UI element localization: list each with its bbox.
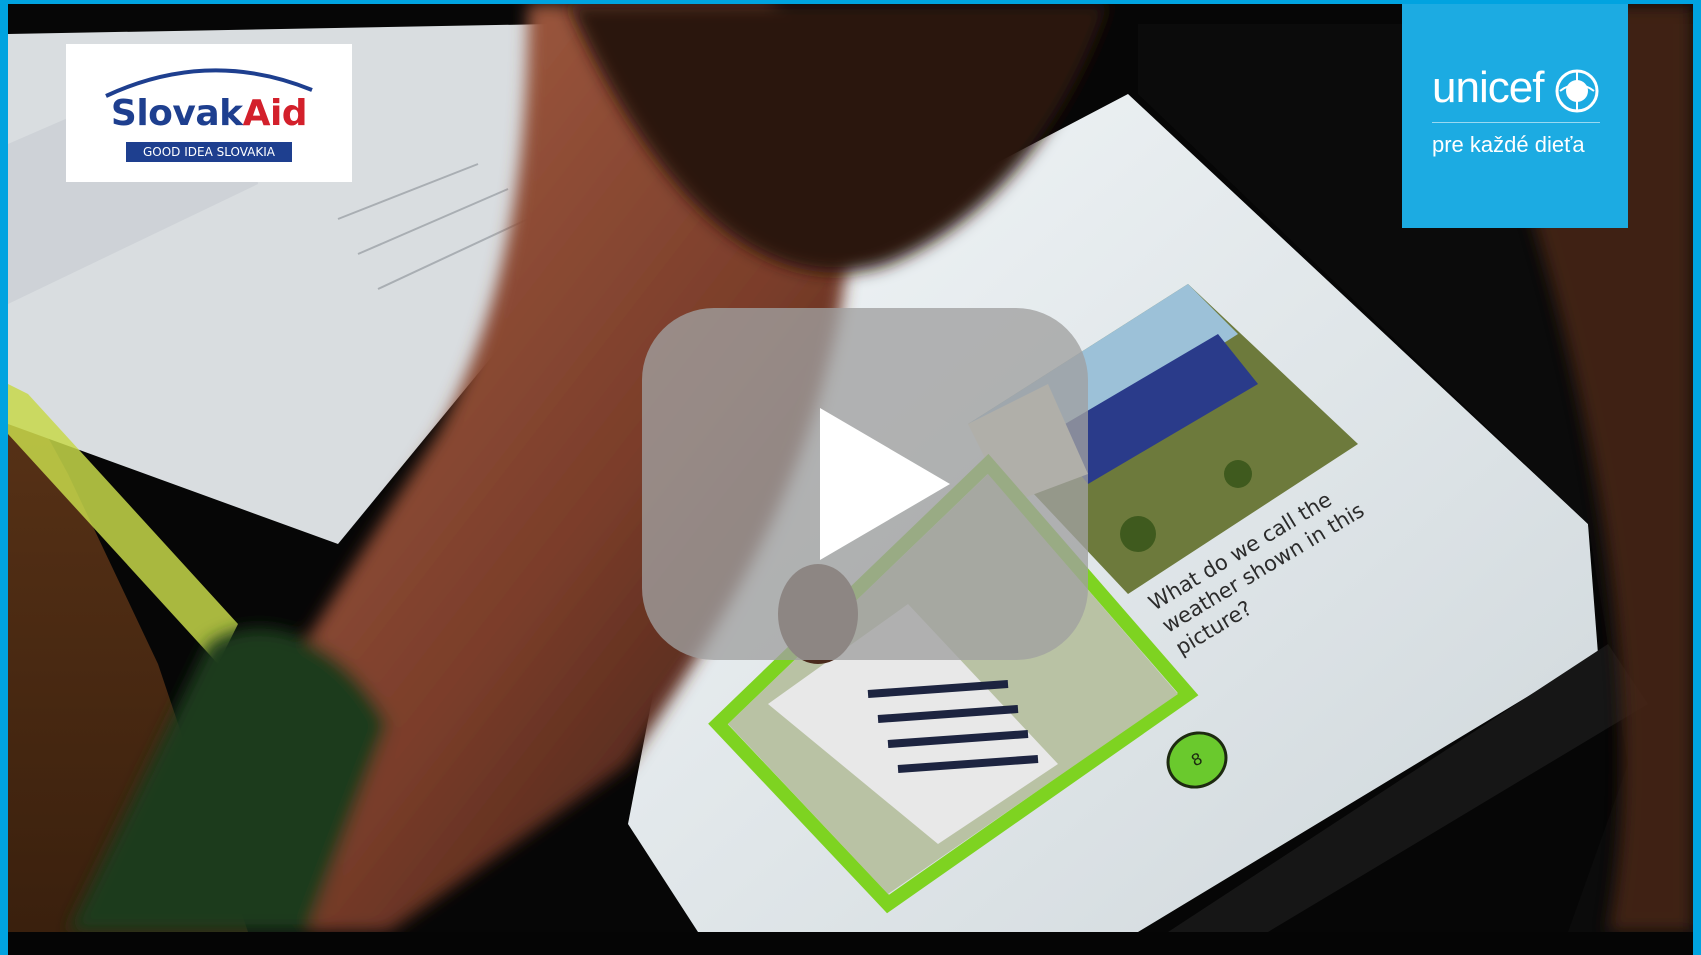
play-button[interactable] xyxy=(642,308,1088,660)
unicef-wordmark: unicef xyxy=(1432,63,1544,112)
video-player[interactable]: What do we call the weather shown in thi… xyxy=(0,0,1701,955)
unicef-globe-icon xyxy=(1555,69,1599,113)
slovakaid-word-slovak: Slovak xyxy=(110,93,243,134)
unicef-tagline: pre každé dieťa xyxy=(1432,132,1585,157)
unicef-separator xyxy=(1432,122,1600,123)
video-frame[interactable]: What do we call the weather shown in thi… xyxy=(8,4,1693,932)
slovakaid-logo: SlovakAid GOOD IDEA SLOVAKIA xyxy=(66,44,352,182)
slovakaid-wordmark: SlovakAid xyxy=(66,94,352,134)
play-icon[interactable] xyxy=(820,408,950,560)
video-bottom-bar xyxy=(8,932,1693,955)
slovakaid-tagline: GOOD IDEA SLOVAKIA xyxy=(126,142,292,162)
slovakaid-word-aid: Aid xyxy=(242,93,308,134)
unicef-logo: unicef pre každé dieťa xyxy=(1402,4,1628,228)
